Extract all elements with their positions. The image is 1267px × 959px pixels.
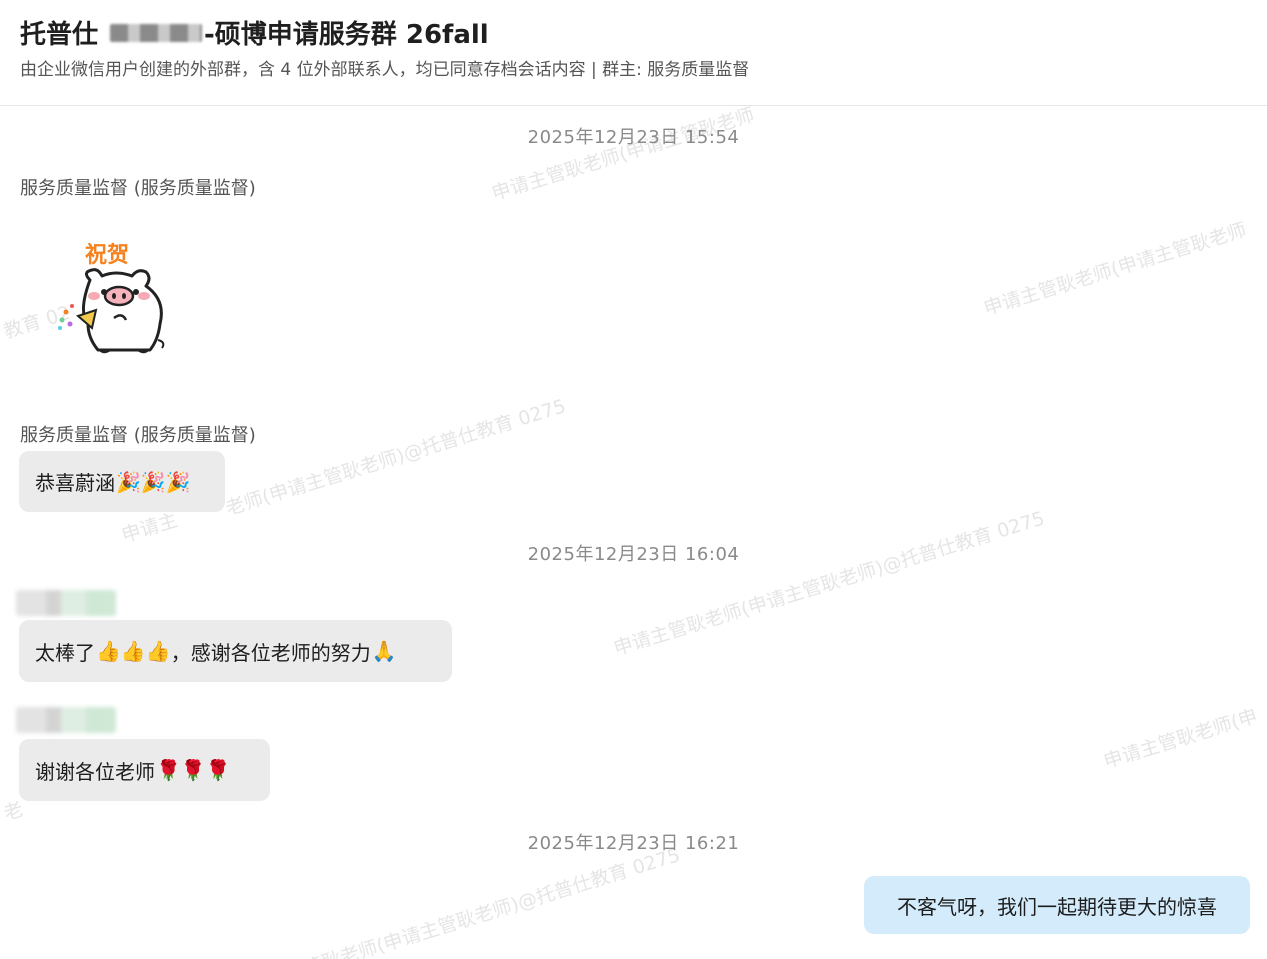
watermark-text: 老师(申请主管耿老师)@托普仕教育 0275 — [223, 395, 569, 520]
redacted-name — [110, 23, 203, 42]
watermark-text: 管耿老师(申请主管耿老师)@托普仕教育 0275 — [301, 844, 683, 959]
thumbs-up-emoji: 👍👍👍 — [96, 639, 171, 663]
message-bubble[interactable]: 恭喜蔚涵 🎉🎉🎉 — [19, 451, 225, 512]
watermark-text: 申请主管耿老师(申请主管耿老师 — [981, 218, 1250, 320]
title-prefix: 托普仕 — [20, 20, 99, 50]
pig-celebrate-sticker[interactable]: 祝贺 — [52, 232, 182, 362]
chat-header: 托普仕 -硕博申请服务群 26fall 由企业微信用户创建的外部群，含 4 位外… — [0, 0, 1267, 106]
message-text: 谢谢各位老师 — [35, 759, 155, 784]
message-text: 恭喜蔚涵 — [35, 471, 115, 495]
message-bubble[interactable]: 太棒了 👍👍👍 ，感谢各位老师的努力 🙏 — [19, 620, 452, 682]
group-title: 托普仕 -硕博申请服务群 26fall — [20, 14, 489, 51]
watermark-text: 老 — [1, 798, 26, 825]
watermark-text: 申请主管耿老师(申请主管耿老师)@托普仕教育 0275 — [611, 507, 1048, 660]
message-timestamp: 2025年12月23日 16:21 — [527, 833, 740, 854]
message-timestamp: 2025年12月23日 15:54 — [527, 127, 740, 148]
title-suffix: -硕博申请服务群 26fall — [204, 20, 489, 50]
message-text: ，感谢各位老师的努力 — [170, 640, 371, 665]
folded-hands-emoji: 🙏 — [371, 639, 397, 663]
sender-name: 服务质量监督 (服务质量监督) — [20, 425, 256, 446]
rose-emoji: 🌹🌹🌹 — [156, 758, 231, 782]
message-text: 太棒了 — [35, 640, 95, 665]
sticker-label: 祝贺 — [85, 243, 129, 268]
sticker-image: 祝贺 — [58, 243, 165, 354]
message-bubble[interactable]: 谢谢各位老师 🌹🌹🌹 — [19, 739, 270, 801]
message-text: 不客气呀，我们一起期待更大的惊喜 — [897, 894, 1217, 919]
watermark-text: 申请主管耿老师(申 — [1101, 705, 1261, 773]
group-subtitle: 由企业微信用户创建的外部群，含 4 位外部联系人，均已同意存档会话内容 | 群主… — [20, 60, 750, 80]
party-popper-emoji: 🎉🎉🎉 — [116, 469, 191, 494]
sender-name: 服务质量监督 (服务质量监督) — [20, 178, 256, 199]
redacted-sender-name — [16, 707, 116, 733]
outgoing-message-bubble[interactable]: 不客气呀，我们一起期待更大的惊喜 — [864, 876, 1250, 934]
message-timestamp: 2025年12月23日 16:04 — [527, 544, 740, 565]
watermark-text: 申请主管耿老师(申请主管耿老师 — [489, 103, 758, 205]
redacted-sender-name — [16, 590, 116, 616]
